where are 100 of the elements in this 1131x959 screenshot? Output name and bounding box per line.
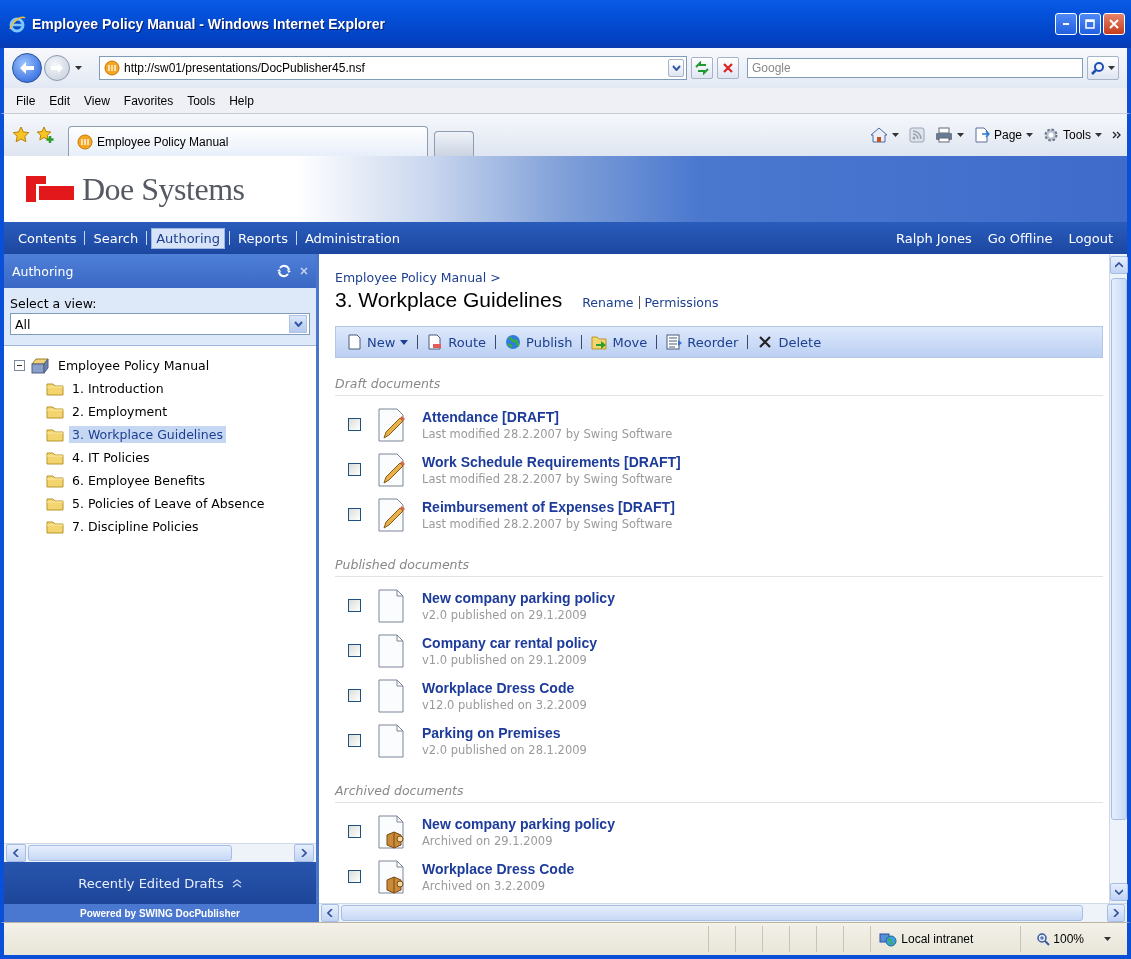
favorites-button[interactable] [12,126,30,144]
window-title: Employee Policy Manual - Windows Internet Explorer [32,16,387,32]
document-link[interactable]: Workplace Dress Code [422,860,575,877]
document-link[interactable]: Company car rental policy [422,634,598,651]
zoom-button[interactable]: 100% [1020,926,1127,952]
archived-document-icon [378,814,406,849]
refresh-button[interactable] [691,57,713,79]
action-link[interactable]: Rename [582,295,634,310]
document-link[interactable]: New company parking policy [422,815,615,832]
document-link[interactable]: New company parking policy [422,589,615,606]
menu-item[interactable]: View [78,91,118,110]
scroll-up-button[interactable] [1109,256,1128,274]
caret-icon [400,339,409,345]
menu-item[interactable]: Help [223,91,262,110]
scroll-right-button[interactable] [294,844,314,862]
scroll-down-button[interactable] [1109,883,1128,901]
toolbar-button[interactable]: Publish [503,334,575,350]
address-field[interactable]: http://sw01/presentations/DocPublisher45.nsf [99,56,687,80]
command-button[interactable]: Tools [1043,127,1102,143]
toolbar-button[interactable]: Move [589,334,650,350]
menu-item[interactable]: Edit [43,91,79,110]
scrollbar-thumb[interactable] [28,845,232,861]
scroll-left-button[interactable] [6,844,26,862]
document-info: Last modified 28.2.2007 by Swing Software [422,426,673,441]
toolbar-button[interactable]: New [344,334,411,350]
user-link[interactable]: Logout [1064,228,1117,248]
close-button[interactable] [300,267,308,275]
tree-item[interactable]: 2. Employment [69,403,171,420]
pencil-document-icon [378,452,406,487]
user-link[interactable]: Ralph Jones [891,228,976,248]
scrollbar-thumb[interactable] [1110,278,1127,820]
add-favorite-button[interactable] [36,126,54,144]
minus-box-icon [14,360,25,371]
checkbox[interactable] [348,463,361,476]
scrollbar-thumb[interactable] [341,905,1083,921]
document-link[interactable]: Parking on Premises [422,724,587,741]
search-button[interactable] [1087,56,1119,80]
site-icon [104,60,120,76]
chevron-up-icon [1114,262,1123,268]
tree-item[interactable]: 7. Discipline Policies [69,518,202,535]
caret-icon [956,133,964,137]
toolbar-button[interactable]: Delete [755,334,824,350]
horizontal-scrollbar[interactable] [319,903,1127,922]
tree-item[interactable]: 5. Policies of Leave of Absence [69,495,268,512]
breadcrumb-link[interactable]: Employee Policy Manual > [335,270,1103,285]
checkbox[interactable] [348,418,361,431]
menu-item[interactable]: Favorites [117,91,182,110]
menu-item[interactable]: Tools [181,91,224,110]
home-button[interactable] [869,127,899,143]
document-link[interactable]: Work Schedule Requirements [DRAFT] [422,453,681,470]
scroll-left-button[interactable] [321,904,339,922]
more-button[interactable] [1112,131,1121,139]
tree-item[interactable]: 3. Workplace Guidelines [69,426,226,443]
back-button[interactable] [12,53,42,83]
nav-tab[interactable]: Search [89,228,143,248]
nav-tab[interactable]: Authoring [151,227,226,249]
vertical-scrollbar[interactable] [1109,254,1127,903]
tree-item[interactable]: 4. IT Policies [69,449,153,466]
document-link[interactable]: Reimbursement of Expenses [DRAFT] [422,498,675,515]
toolbar-button[interactable]: Route [425,334,489,350]
scroll-right-button[interactable] [1107,904,1125,922]
pencil-document-icon [378,497,406,532]
history-dropdown[interactable] [72,63,85,73]
user-link[interactable]: Go Offline [983,228,1057,248]
collapse-button[interactable] [14,360,25,371]
minimize-button[interactable] [1055,13,1077,35]
toolbar-button[interactable]: Reorder [664,334,741,350]
tree-item[interactable]: Employee Policy Manual [55,357,213,374]
checkbox[interactable] [348,508,361,521]
nav-tab[interactable]: Reports [234,228,292,248]
nav-tab[interactable]: Contents [14,228,81,248]
action-link[interactable]: Permissions [644,295,719,310]
caret-icon [1104,937,1111,941]
tree-item[interactable]: 1. Introduction [69,380,167,397]
checkbox[interactable] [348,599,361,612]
address-dropdown[interactable] [668,59,684,77]
checkbox[interactable] [348,644,361,657]
document-link[interactable]: Attendance [DRAFT] [422,408,673,425]
stop-button[interactable] [717,57,739,79]
checkbox[interactable] [348,870,361,883]
nav-tab[interactable]: Administration [300,228,405,248]
printer-icon [934,127,953,143]
browser-tab[interactable]: Employee Policy Manual [68,126,428,156]
view-dropdown[interactable]: All [10,313,310,335]
refresh-icon [694,61,710,75]
checkbox[interactable] [348,689,361,702]
maximize-button[interactable] [1079,13,1101,35]
command-button[interactable]: Page [973,127,1033,143]
print-button[interactable] [934,127,964,143]
tree-item[interactable]: 6. Employee Benefits [69,472,208,489]
cross-icon [757,334,774,350]
checkbox[interactable] [348,825,361,838]
drafts-panel-bar[interactable]: Recently Edited Drafts [4,862,316,904]
search-field[interactable]: Google [747,58,1083,78]
menu-item[interactable]: File [10,91,44,110]
horizontal-scrollbar[interactable] [4,843,316,862]
document-link[interactable]: Workplace Dress Code [422,679,587,696]
checkbox[interactable] [348,734,361,747]
refresh-button[interactable] [276,263,292,279]
section-heading: Published documents [335,557,1103,577]
